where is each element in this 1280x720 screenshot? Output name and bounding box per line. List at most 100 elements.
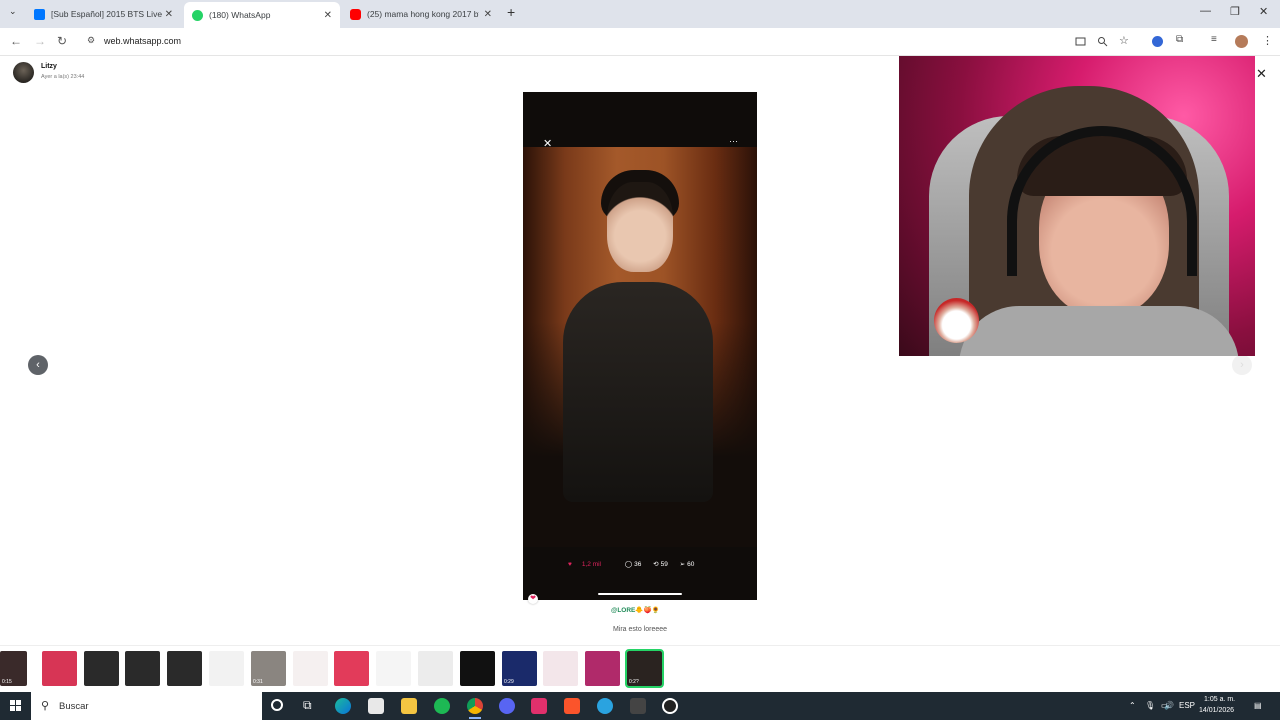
- repost-icon: ⟲: [653, 561, 659, 568]
- status-thumbnail[interactable]: [376, 651, 411, 686]
- status-thumbnail[interactable]: 0:31: [251, 651, 286, 686]
- sent-time: Ayer a la(s) 23:44: [41, 74, 85, 80]
- media-close-icon[interactable]: ✕: [543, 137, 552, 150]
- tab-vk[interactable]: [Sub Español] 2015 BTS Live Tri ✕: [26, 2, 181, 26]
- notifications-icon[interactable]: ▤: [1254, 701, 1262, 710]
- previous-status-button[interactable]: ‹: [28, 355, 48, 375]
- like-icon: ♥: [568, 561, 572, 568]
- install-app-icon[interactable]: [1075, 36, 1086, 47]
- next-status-button[interactable]: ›: [1232, 355, 1252, 375]
- telegram-icon[interactable]: [597, 698, 613, 714]
- reload-icon[interactable]: ↻: [57, 34, 67, 48]
- browser-tab-strip: ⌄ [Sub Español] 2015 BTS Live Tri ✕ (180…: [0, 0, 1280, 28]
- tab-whatsapp[interactable]: (180) WhatsApp ✕: [184, 2, 340, 28]
- status-thumbnail[interactable]: [334, 651, 369, 686]
- speaker-icon[interactable]: 🔊: [1164, 701, 1174, 710]
- webcam-overlay: [899, 56, 1255, 356]
- media-stats: ♥ 1,2 mil ◯ 36 ⟲ 59 ➢ 60: [568, 560, 704, 568]
- tab-label: (25) mama hong kong 2017 bts: [367, 9, 479, 19]
- status-thumbnail[interactable]: [543, 651, 578, 686]
- microphone-icon[interactable]: 🎙: [1145, 701, 1155, 710]
- whatsapp-icon: [192, 9, 203, 21]
- person-suit: [563, 282, 713, 502]
- clock-date[interactable]: 14/01/2026: [1199, 707, 1234, 714]
- person-shirt: [959, 306, 1239, 356]
- santa-plush: [934, 298, 979, 343]
- obs-icon[interactable]: [662, 698, 678, 714]
- mail-icon[interactable]: [368, 698, 384, 714]
- edge-icon[interactable]: [335, 698, 351, 714]
- restore-icon[interactable]: ❐: [1230, 5, 1240, 18]
- file-explorer-icon[interactable]: [401, 698, 417, 714]
- url-text[interactable]: web.whatsapp.com: [104, 36, 181, 46]
- zoom-icon[interactable]: [1097, 36, 1108, 47]
- share-icon: ➢: [679, 561, 686, 568]
- status-thumbnail[interactable]: [125, 651, 160, 686]
- comment-count: 36: [634, 561, 642, 568]
- browser-menu-icon[interactable]: ⋮: [1262, 34, 1273, 47]
- caption-text: Mira esto loreeee: [612, 626, 668, 633]
- repost-count: 59: [660, 561, 668, 568]
- media-controls-icon[interactable]: ≡: [1211, 34, 1217, 45]
- status-thumbnail[interactable]: [293, 651, 328, 686]
- reaction-heart-icon[interactable]: ❤: [528, 594, 538, 604]
- viewer-close-icon[interactable]: ✕: [1256, 66, 1267, 82]
- chrome-icon[interactable]: [467, 698, 483, 719]
- status-thumbnail[interactable]: [209, 651, 244, 686]
- sender-name: Litzy: [41, 63, 57, 70]
- tab-close-icon[interactable]: ✕: [165, 9, 173, 20]
- input-language[interactable]: ESP: [1179, 701, 1195, 710]
- comment-icon: ◯: [624, 561, 633, 568]
- windows-start-icon[interactable]: [10, 700, 22, 712]
- windows-taskbar: ⚲ Buscar ⧉ ⌃ 🎙 ▭ 🔊 ESP 1:05 a. m. 14/01/…: [0, 692, 1280, 720]
- new-tab-button[interactable]: +: [507, 4, 515, 20]
- like-count: 1,2 mil: [581, 561, 602, 568]
- status-thumbnail[interactable]: 0:15: [0, 651, 27, 686]
- status-thumbnail[interactable]: [418, 651, 453, 686]
- status-thumbnail[interactable]: [167, 651, 202, 686]
- status-thumbnail[interactable]: 0:29: [502, 651, 537, 686]
- tray-overflow-icon[interactable]: ⌃: [1129, 701, 1136, 710]
- calculator-icon[interactable]: [630, 698, 646, 714]
- tab-youtube[interactable]: (25) mama hong kong 2017 bts ✕: [342, 2, 500, 26]
- status-media[interactable]: ✕ ··· ♥ 1,2 mil ◯ 36 ⟲ 59 ➢ 60: [523, 92, 757, 600]
- profile-avatar[interactable]: [1235, 35, 1248, 48]
- person-face: [607, 182, 673, 272]
- status-thumbnail[interactable]: [84, 651, 119, 686]
- task-view-icon[interactable]: ⧉: [303, 698, 312, 713]
- media-more-icon[interactable]: ···: [729, 136, 738, 146]
- clock-time[interactable]: 1:05 a. m.: [1204, 696, 1235, 703]
- youtube-icon: [350, 8, 361, 20]
- back-icon[interactable]: ←: [10, 34, 22, 48]
- forward-icon[interactable]: →: [34, 34, 46, 48]
- window-close-icon[interactable]: ✕: [1259, 5, 1268, 18]
- site-info-icon[interactable]: ⚙: [87, 35, 95, 46]
- search-icon: ⚲: [41, 700, 50, 712]
- tab-close-icon[interactable]: ✕: [484, 9, 492, 20]
- cortana-icon[interactable]: [271, 699, 283, 711]
- tab-search-chevron-icon[interactable]: ⌄: [9, 6, 17, 17]
- tab-label: (180) WhatsApp: [209, 10, 271, 20]
- caption-mention: @LORE🐥🍑🌻: [611, 607, 660, 614]
- brave-icon[interactable]: [564, 698, 580, 714]
- taskbar-search-box[interactable]: ⚲ Buscar: [31, 692, 262, 720]
- bookmark-star-icon[interactable]: ☆: [1119, 34, 1129, 47]
- share-count: 60: [687, 561, 695, 568]
- status-thumbnail[interactable]: [585, 651, 620, 686]
- spotify-icon[interactable]: [434, 698, 450, 714]
- tab-close-icon[interactable]: ✕: [324, 10, 332, 21]
- discord-icon[interactable]: [499, 698, 515, 714]
- minimize-icon[interactable]: —: [1200, 5, 1211, 17]
- tiktok-icon[interactable]: [531, 698, 547, 714]
- status-thumbnail[interactable]: [460, 651, 495, 686]
- thumbnail-duration: 0:29: [504, 679, 514, 685]
- extension-blue-icon[interactable]: [1152, 36, 1163, 47]
- search-label: Buscar: [59, 701, 89, 712]
- tab-label: [Sub Español] 2015 BTS Live Tri: [51, 9, 163, 19]
- status-thumbnail[interactable]: 0:2?: [625, 649, 664, 688]
- extensions-puzzle-icon[interactable]: ⧉: [1176, 34, 1183, 45]
- address-bar[interactable]: ⚙ web.whatsapp.com: [82, 31, 1142, 53]
- status-thumbnails: 0:15 0:31 0:29 0:2?: [0, 645, 1280, 692]
- status-thumbnail[interactable]: [42, 651, 77, 686]
- browser-toolbar: ← → ↻ ⚙ web.whatsapp.com ☆ ⧉ ≡ ⋮: [0, 28, 1280, 56]
